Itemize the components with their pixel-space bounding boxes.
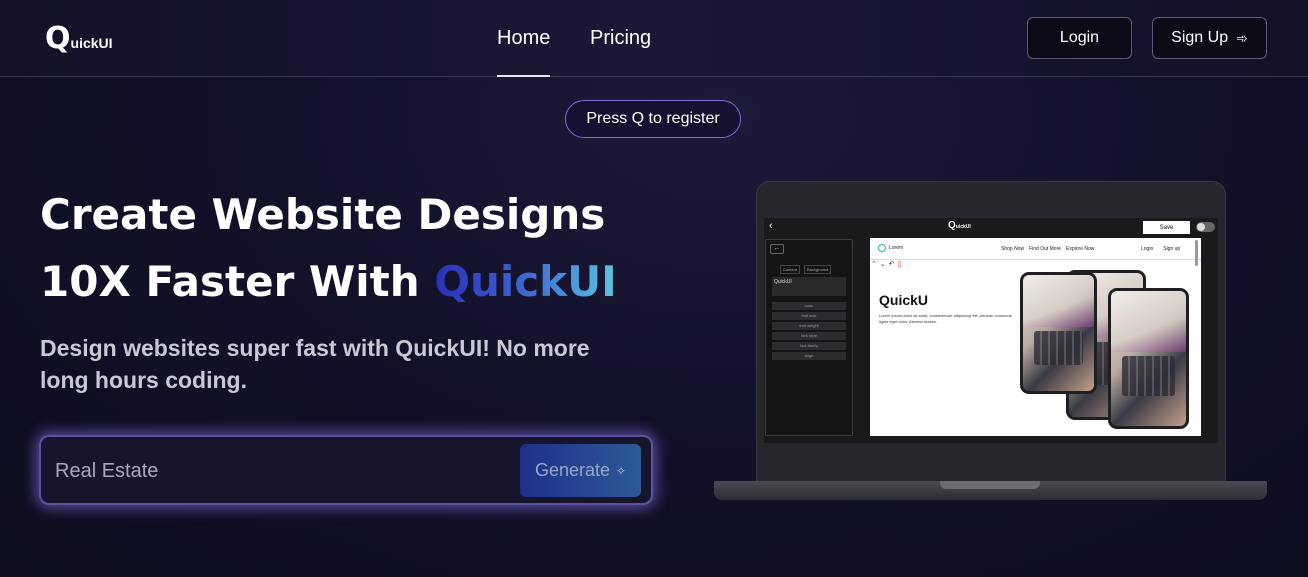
hero-subtitle: Design websites super fast with QuickUI!… (40, 335, 590, 393)
element-tools: ⌃ ⌄ ↶ ▯ (871, 260, 901, 268)
editor-save-button: Save (1143, 221, 1190, 234)
top-navbar: Q uickUI Home Pricing Login Sign Up ➾ (0, 0, 1308, 77)
register-hint-label: Press Q to register (586, 110, 720, 127)
move-up-icon: ⌃ (871, 261, 877, 268)
panel-back-arrow-icon: ← (770, 244, 784, 254)
panel-options: color font size font weight font style f… (772, 302, 846, 362)
site-signup-link: Sign up (1163, 246, 1181, 252)
editor-preview-screen: ‹ QuickUI Save ← Content Background Quic… (764, 218, 1218, 443)
laptop-notch (940, 481, 1040, 489)
login-button[interactable]: Login (1027, 17, 1132, 59)
signup-button-label: Sign Up (1171, 29, 1229, 46)
panel-option: font style (772, 332, 846, 340)
site-auth-links: Login Sign up (1141, 246, 1180, 252)
nav-link-home[interactable]: Home (497, 27, 551, 77)
site-navbar: Lorem Shop Now Find Out More Explore Now… (870, 238, 1201, 260)
panel-text-field: QuickUI (772, 277, 846, 296)
move-down-icon: ⌄ (879, 261, 886, 268)
canvas-scrollbar (1195, 240, 1198, 266)
site-nav-link: Find Out More (1029, 246, 1062, 252)
editor-side-panel: ← Content Background QuickUI color font … (765, 239, 853, 436)
panel-tabs: Content Background (780, 265, 832, 274)
site-paragraph: Lorem ipsum dolor sit amet, consectetuer… (879, 313, 1012, 324)
nav-link-pricing[interactable]: Pricing (590, 27, 651, 50)
phone-image (1020, 272, 1097, 394)
editor-logo: QuickUI (948, 220, 971, 231)
site-nav-link: Shop Now (1001, 246, 1025, 252)
panel-tab-content: Content (780, 265, 801, 274)
panel-option: font family (772, 342, 846, 350)
logo[interactable]: Q uickUI (45, 20, 113, 56)
site-nav-links: Shop Now Find Out More Explore Now (1001, 246, 1094, 252)
generate-input[interactable] (55, 451, 515, 491)
editor-logo-text: uickUI (955, 224, 971, 230)
panel-option: font size (772, 312, 846, 320)
hero-headline-prefix: 10X Faster With (40, 257, 435, 306)
site-logo: Lorem (878, 244, 903, 252)
theme-toggle (1196, 222, 1215, 232)
panel-option: color (772, 302, 846, 310)
register-hint-pill[interactable]: Press Q to register (565, 100, 741, 138)
hero-headline-line2: 10X Faster With QuickUI (40, 257, 617, 307)
generate-box: Generate ✧ (39, 435, 653, 505)
logo-text: uickUI (70, 35, 113, 51)
back-chevron-icon: ‹ (769, 220, 773, 232)
site-logo-text: Lorem (889, 245, 904, 251)
generate-button-label: Generate (534, 460, 610, 480)
hero-headline-line1: Create Website Designs (40, 190, 606, 239)
editor-canvas: Lorem Shop Now Find Out More Explore Now… (870, 238, 1201, 436)
undo-icon: ↶ (888, 261, 895, 268)
site-nav-link: Explore Now (1066, 246, 1095, 252)
site-heading: QuickU (879, 292, 929, 308)
phone-image (1108, 288, 1189, 429)
logo-mark: Q (45, 21, 70, 56)
panel-option: align (772, 352, 846, 360)
generate-button[interactable]: Generate ✧ (520, 444, 641, 497)
editor-toolbar: ‹ QuickUI Save (764, 218, 1218, 236)
login-button-label: Login (1059, 29, 1100, 46)
arrow-right-icon: ➾ (1236, 29, 1248, 46)
site-login-link: Login (1141, 246, 1154, 252)
panel-tab-background: Background (804, 265, 832, 274)
signup-button[interactable]: Sign Up ➾ (1152, 17, 1267, 59)
sparkle-icon: ✧ (616, 463, 627, 478)
editor-logo-mark: Q (948, 220, 956, 231)
site-logo-icon (878, 244, 886, 252)
hero-headline-brand: QuickUI (434, 257, 617, 306)
delete-icon: ▯ (897, 261, 902, 268)
panel-option: font weight (772, 322, 846, 330)
